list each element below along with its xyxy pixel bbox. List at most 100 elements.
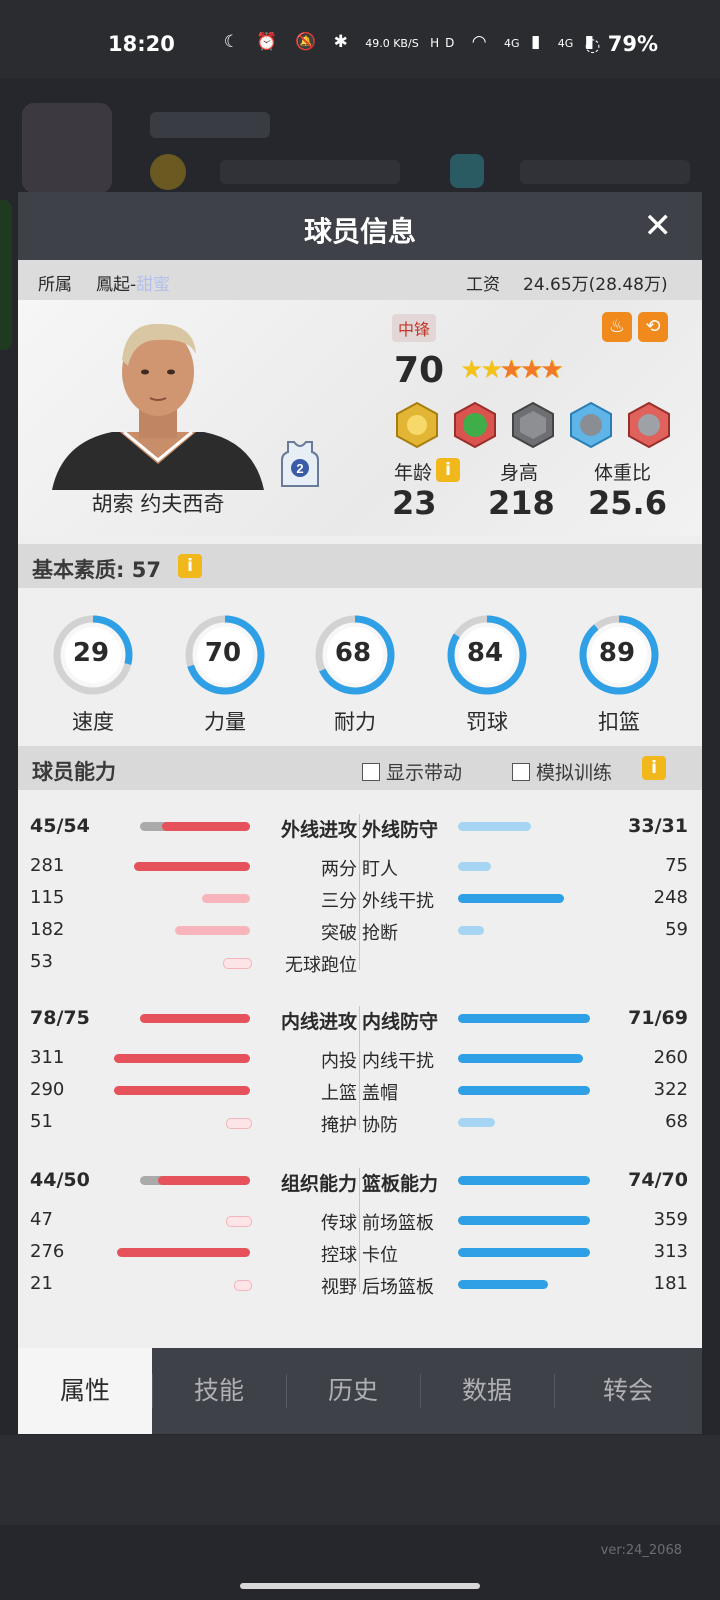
star-rating: ★★★★★★★★ [460, 355, 565, 385]
tab-4[interactable]: 转会 [554, 1348, 702, 1434]
player-name: 胡索 约夫西奇 [91, 492, 225, 516]
stat-value: 21 [30, 1273, 53, 1294]
stat-label: 盯人 [362, 859, 398, 880]
ability-info-icon[interactable]: i [642, 756, 666, 780]
position-badge: 中锋 [392, 314, 437, 342]
background-currency [520, 160, 690, 184]
group-right-label: 内线防守 [362, 1011, 439, 1033]
tab-separator [420, 1374, 421, 1408]
stat-gauge[interactable]: 89 扣篮 [574, 612, 664, 736]
stat-value: 53 [30, 951, 53, 972]
close-icon[interactable]: ✕ [644, 206, 673, 246]
stat-value: 290 [30, 1079, 65, 1100]
ability-bar: 球员能力 显示带动 模拟训练 i [18, 746, 702, 790]
red-badge-icon[interactable] [626, 401, 672, 449]
salary-value: 24.65万(28.48万) [523, 275, 668, 295]
age-info-icon[interactable]: i [436, 458, 460, 482]
simulate-training-checkbox[interactable]: 模拟训练 [512, 758, 612, 785]
simulate-training-label: 模拟训练 [536, 762, 613, 784]
stat-value: 313 [653, 1241, 688, 1262]
stat-value: 248 [653, 887, 688, 908]
stat-gauge[interactable]: 84 罚球 [442, 612, 532, 736]
grey-badge-icon[interactable] [510, 401, 556, 449]
tab-bar: 属性 技能 历史 数据 转会 [18, 1348, 702, 1434]
group-left-bar [162, 822, 250, 831]
group-right-value: 71/69 [628, 1007, 688, 1029]
tab-separator [554, 1374, 555, 1408]
group-left-bar [158, 1176, 250, 1185]
ability-row: 115 三分 外线干扰 248 [18, 884, 702, 912]
player-portrait [42, 314, 274, 490]
stat-bar [458, 1280, 548, 1289]
refresh-icon[interactable]: ⟲ [638, 312, 668, 342]
stat-value: 75 [665, 855, 688, 876]
tab-2[interactable]: 历史 [286, 1348, 420, 1434]
status-icons: ☾ ⏰ 🔕 ✱ 49.0 KB/S HD ◠ 4G ▮ 4G ▮ [224, 32, 600, 52]
stat-value: 68 [665, 1111, 688, 1132]
stat-gauge[interactable]: 70 力量 [180, 612, 270, 736]
ability-group-header: 45/54 外线进攻 外线防守 33/31 [18, 812, 702, 841]
group-right-bar-track [458, 822, 531, 831]
group-left-value: 78/75 [30, 1007, 90, 1029]
group-left-value: 44/50 [30, 1169, 90, 1191]
battery-percent: 79% [607, 32, 658, 56]
stat-label: 内投 [321, 1051, 357, 1072]
overall-rating: 70 [394, 350, 445, 391]
weight-ratio-label: 体重比 [594, 462, 652, 484]
stat-bar [458, 894, 564, 903]
stat-label: 突破 [321, 923, 357, 944]
gold-badge-icon[interactable] [394, 401, 440, 449]
gesture-bar[interactable] [240, 1583, 480, 1589]
show-band-label: 显示带动 [386, 762, 463, 784]
stat-label: 传球 [321, 1213, 357, 1234]
checkbox-icon[interactable] [512, 763, 530, 781]
wifi-icon: ◠ [471, 32, 493, 52]
coin-icon [150, 154, 186, 190]
mute-icon: 🔕 [295, 32, 323, 52]
stat-label: 两分 [321, 859, 357, 880]
tab-0[interactable]: 属性 [18, 1348, 152, 1434]
gauge-label: 耐力 [334, 710, 376, 734]
stat-bar [175, 926, 250, 935]
tab-3[interactable]: 数据 [420, 1348, 554, 1434]
green-badge-icon[interactable] [452, 401, 498, 449]
jersey-icon: 2 [280, 440, 320, 488]
stat-label: 掩护 [321, 1115, 357, 1136]
tab-1[interactable]: 技能 [152, 1348, 286, 1434]
stat-label: 三分 [321, 891, 357, 912]
status-bar: 18:20 ☾ ⏰ 🔕 ✱ 49.0 KB/S HD ◠ 4G ▮ 4G ▮ ◌… [0, 0, 720, 78]
signal-4g-1: 4G [504, 37, 520, 50]
stat-value: 311 [30, 1047, 65, 1068]
dialog-header: 球员信息 ✕ [18, 192, 702, 260]
ability-row: 182 突破 抢断 59 [18, 916, 702, 944]
hd-icon: HD [430, 36, 461, 50]
stat-label: 盖帽 [362, 1083, 398, 1104]
weight-ratio-value: 25.6 [588, 484, 667, 522]
battery-icon: ◌ [584, 35, 601, 56]
basic-info-icon[interactable]: i [178, 554, 202, 578]
show-band-checkbox[interactable]: 显示带动 [362, 758, 462, 785]
team-name: 鳳起-甜蜜 [96, 270, 170, 295]
group-left-label: 外线进攻 [280, 819, 357, 841]
background-name [150, 112, 270, 138]
stat-gauge[interactable]: 68 耐力 [310, 612, 400, 736]
stat-bar [234, 1280, 252, 1291]
background-currency [220, 160, 400, 184]
gauge-value: 70 [204, 638, 242, 668]
stat-bar [458, 926, 484, 935]
group-left-bar [140, 1014, 250, 1023]
team-salary-bar: 所属 鳳起-甜蜜 工资 24.65万(28.48万) [18, 260, 702, 300]
stat-bar [114, 1054, 250, 1063]
blue-badge-icon[interactable] [568, 401, 614, 449]
stat-gauge[interactable]: 29 速度 [48, 612, 138, 736]
stat-value: 47 [30, 1209, 53, 1230]
gauge-value: 29 [72, 638, 110, 668]
stat-value: 276 [30, 1241, 65, 1262]
checkbox-icon[interactable] [362, 763, 380, 781]
fire-icon[interactable]: ♨ [602, 312, 632, 342]
gauge-value: 89 [598, 638, 636, 668]
ability-row: 290 上篮 盖帽 322 [18, 1076, 702, 1104]
stat-value: 115 [30, 887, 65, 908]
group-left-label: 内线进攻 [280, 1011, 357, 1033]
network-speed: 49.0 KB/S [365, 37, 419, 50]
